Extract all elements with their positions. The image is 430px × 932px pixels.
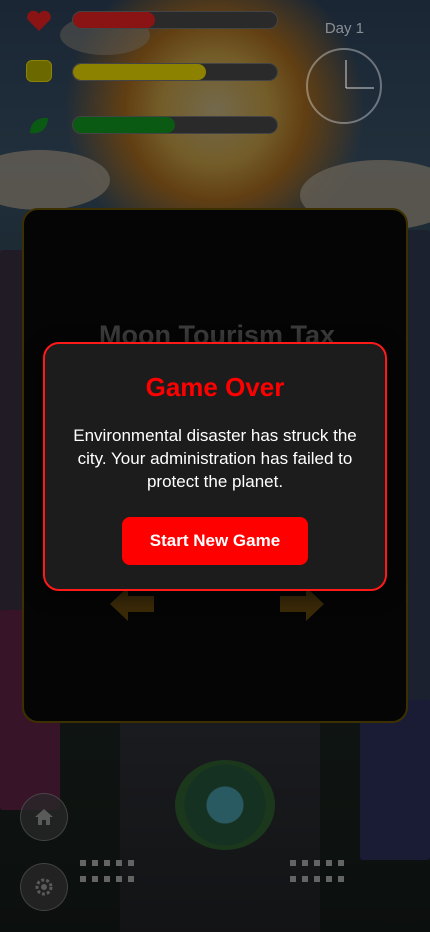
game-over-title: Game Over <box>145 372 285 402</box>
money-icon <box>26 60 52 82</box>
gear-icon <box>35 878 53 896</box>
home-icon <box>35 809 53 825</box>
environment-meter <box>72 116 278 134</box>
day-counter: Day 1 <box>324 20 364 37</box>
heart-icon <box>26 10 52 32</box>
clock-icon <box>306 48 382 124</box>
start-new-game-button[interactable]: Start New Game <box>122 517 308 565</box>
leaf-icon <box>26 115 52 137</box>
settings-button[interactable] <box>20 863 68 911</box>
economy-meter <box>72 63 278 81</box>
game-over-message: Environmental disaster has struck the ci… <box>73 426 357 491</box>
swipe-left-arrow-icon <box>110 587 154 621</box>
swipe-right-arrow-icon <box>280 587 324 621</box>
home-button[interactable] <box>20 793 68 841</box>
game-over-dialog: Game Over Environmental disaster has str… <box>43 342 387 591</box>
health-meter <box>72 11 278 29</box>
